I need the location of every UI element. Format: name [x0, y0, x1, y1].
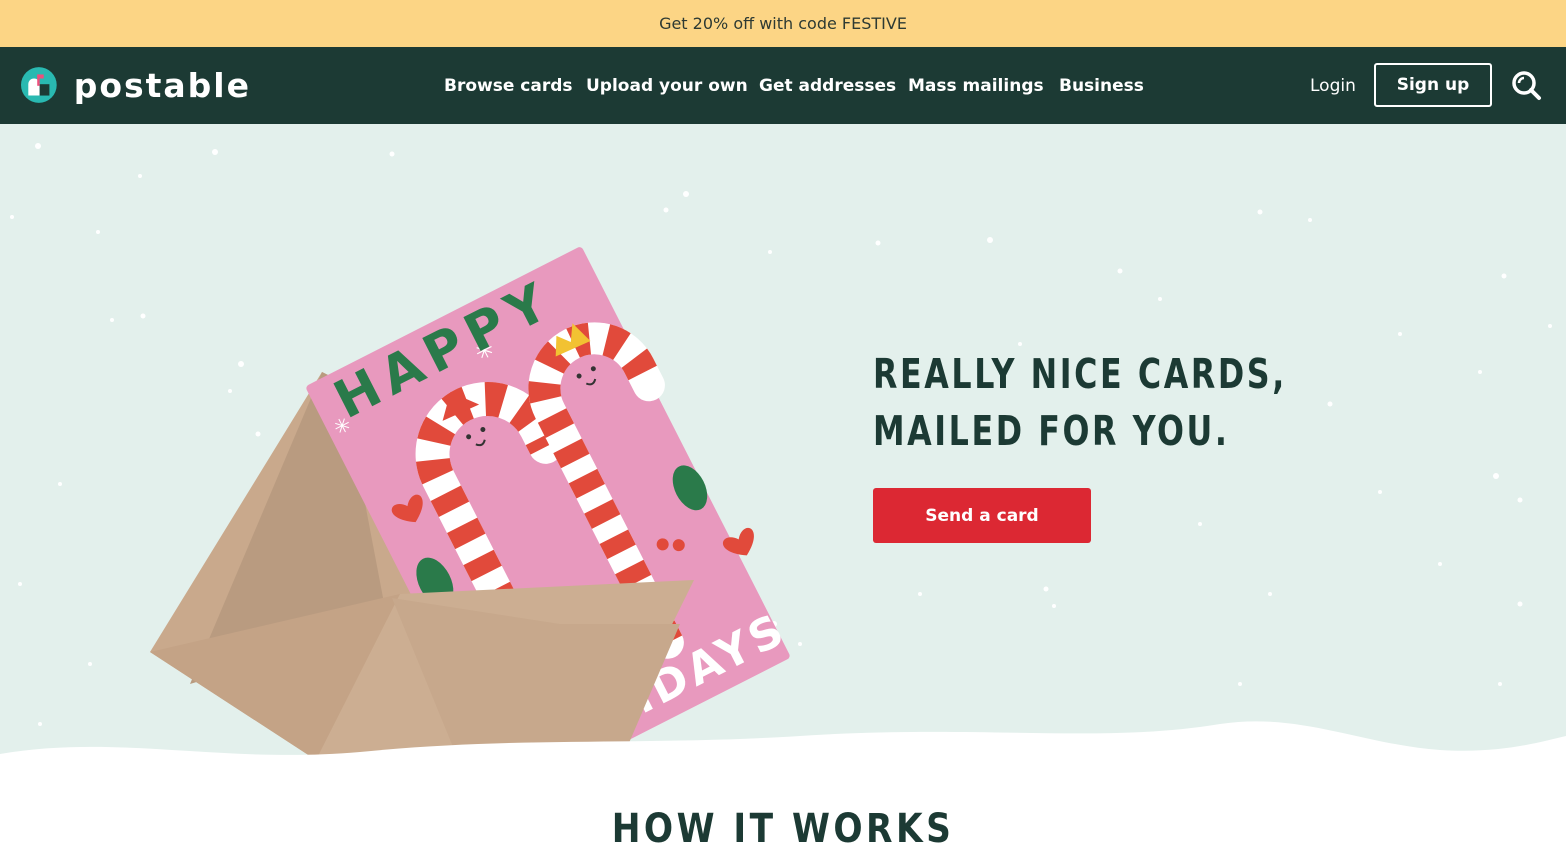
mailbox-logo-icon: [21, 67, 57, 103]
hero-headline-line1: REALLY NICE CARDS,: [873, 350, 1287, 398]
nav-get-addresses[interactable]: Get addresses: [759, 47, 896, 124]
brand-name: postable: [73, 65, 251, 105]
how-it-works-title: HOW IT WORKS: [611, 806, 955, 852]
nav-browse-cards[interactable]: Browse cards: [444, 47, 573, 124]
send-a-card-button[interactable]: Send a card: [873, 488, 1091, 543]
hero-illustration: ✳ ✳ ✳ HAPPY HOLIDAYS: [0, 143, 1566, 859]
nav-upload-your-own[interactable]: Upload your own: [586, 47, 748, 124]
nav-business[interactable]: Business: [1059, 47, 1144, 124]
promo-banner: Get 20% off with code FESTIVE: [0, 0, 1566, 47]
search-icon[interactable]: [1510, 69, 1542, 101]
promo-text: Get 20% off with code FESTIVE: [659, 14, 907, 33]
top-nav: postable Browse cards Upload your own Ge…: [0, 47, 1566, 124]
hero-section: ✳ ✳ ✳ HAPPY HOLIDAYS REALLY NICE CARDS, …: [0, 124, 1566, 859]
hero-headline: REALLY NICE CARDS, MAILED FOR YOU.: [873, 346, 1287, 460]
brand-logo[interactable]: postable: [21, 63, 251, 107]
hero-headline-line2: MAILED FOR YOU.: [873, 407, 1230, 455]
signup-button[interactable]: Sign up: [1374, 63, 1492, 107]
nav-mass-mailings[interactable]: Mass mailings: [908, 47, 1044, 124]
login-link[interactable]: Login: [1310, 47, 1356, 124]
